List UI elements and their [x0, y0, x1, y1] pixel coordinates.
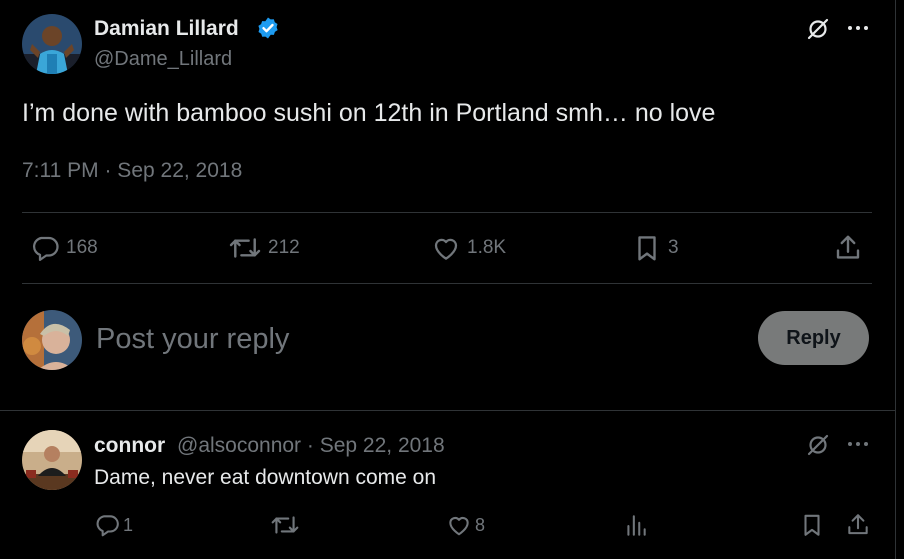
bookmark-count: 3: [668, 237, 679, 258]
views-icon: [623, 512, 649, 538]
reply-count: 168: [66, 237, 98, 258]
reply-repost-action[interactable]: [270, 512, 300, 538]
reply-reply-action[interactable]: 1: [94, 512, 133, 538]
reply-action[interactable]: 168: [30, 233, 98, 263]
reply-author-avatar[interactable]: [22, 430, 82, 490]
reply-icon: [30, 233, 60, 263]
more-icon[interactable]: [846, 18, 870, 38]
like-action[interactable]: 1.8K: [431, 233, 506, 263]
author-avatar[interactable]: [22, 14, 82, 74]
bookmark-icon: [632, 233, 662, 263]
reply-bookmark-action[interactable]: [799, 512, 825, 538]
author-name[interactable]: Damian Lillard: [94, 16, 239, 42]
reply-icon: [94, 512, 120, 538]
reply-like-count: 8: [475, 514, 486, 535]
reply-share-action[interactable]: [845, 512, 871, 538]
like-count: 1.8K: [467, 237, 507, 258]
bookmark-icon: [799, 512, 825, 538]
repost-icon: [270, 512, 300, 538]
bookmark-action[interactable]: 3: [632, 233, 679, 263]
reply-input[interactable]: [96, 318, 736, 360]
tweet-timestamp[interactable]: 7:11 PM · Sep 22, 2018: [22, 158, 242, 184]
repost-count: 212: [268, 237, 300, 258]
like-icon: [431, 233, 461, 263]
reply-text: Dame, never eat downtown come on: [94, 466, 437, 489]
tweet-text: I’m done with bamboo sushi on 12th in Po…: [22, 99, 716, 127]
divider-bottom: [22, 283, 872, 284]
reply-button[interactable]: Reply: [758, 311, 869, 365]
reply-grok-icon[interactable]: [806, 433, 830, 457]
reply-author-name[interactable]: connor: [94, 433, 165, 459]
author-handle[interactable]: @Dame_Lillard: [94, 47, 232, 71]
grok-icon[interactable]: [806, 17, 830, 41]
like-icon: [446, 512, 472, 538]
reply-reply-count: 1: [123, 514, 134, 535]
share-action[interactable]: [833, 233, 863, 263]
reply-views-action[interactable]: [623, 512, 649, 538]
repost-icon: [228, 233, 262, 263]
verified-badge-icon: [256, 16, 280, 40]
share-icon: [845, 512, 871, 538]
repost-action[interactable]: 212: [228, 233, 300, 263]
user-avatar[interactable]: [22, 310, 82, 370]
reply-meta[interactable]: @alsoconnor · Sep 22, 2018: [177, 433, 445, 459]
column-border: [895, 0, 896, 559]
reply-like-action[interactable]: 8: [446, 512, 485, 538]
reply-more-icon[interactable]: [846, 434, 870, 454]
composer-divider: [0, 410, 896, 411]
share-icon: [833, 233, 863, 263]
divider-top: [22, 212, 872, 213]
